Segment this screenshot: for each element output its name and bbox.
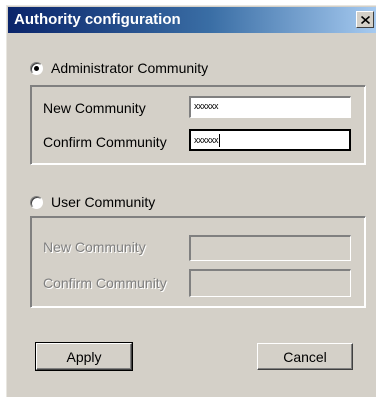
admin-new-community-input[interactable]: xxxxxx	[189, 96, 351, 118]
admin-community-group: New Community xxxxxx Confirm Community x…	[30, 85, 366, 165]
admin-community-label: Administrator Community	[51, 60, 209, 76]
user-new-community-label: New Community	[43, 239, 146, 255]
admin-confirm-community-label: Confirm Community	[43, 134, 167, 150]
cancel-button[interactable]: Cancel	[257, 343, 353, 370]
radio-unchecked-icon[interactable]	[30, 195, 43, 209]
close-icon	[360, 15, 370, 24]
apply-button-label: Apply	[66, 348, 102, 365]
close-button[interactable]	[356, 11, 374, 28]
admin-confirm-community-value: xxxxxx	[194, 134, 219, 145]
user-new-community-input[interactable]	[189, 235, 351, 261]
window-title: Authority configuration	[14, 11, 181, 28]
cancel-button-label: Cancel	[283, 348, 327, 365]
user-community-label: User Community	[51, 194, 156, 210]
radio-checked-icon[interactable]	[30, 61, 43, 75]
user-confirm-community-input[interactable]	[189, 269, 351, 297]
authority-configuration-dialog: Authority configuration Administrator Co…	[6, 5, 376, 397]
user-community-group: New Community Confirm Community	[30, 216, 366, 308]
admin-confirm-community-input[interactable]: xxxxxx	[189, 129, 351, 151]
admin-new-community-value: xxxxxx	[194, 101, 219, 111]
user-community-radio[interactable]: User Community	[30, 194, 155, 210]
admin-community-radio[interactable]: Administrator Community	[30, 60, 208, 76]
title-bar[interactable]: Authority configuration	[8, 7, 376, 33]
apply-button[interactable]: Apply	[35, 342, 133, 371]
admin-new-community-label: New Community	[43, 100, 146, 116]
text-caret	[219, 134, 220, 147]
user-confirm-community-label: Confirm Community	[43, 275, 167, 291]
